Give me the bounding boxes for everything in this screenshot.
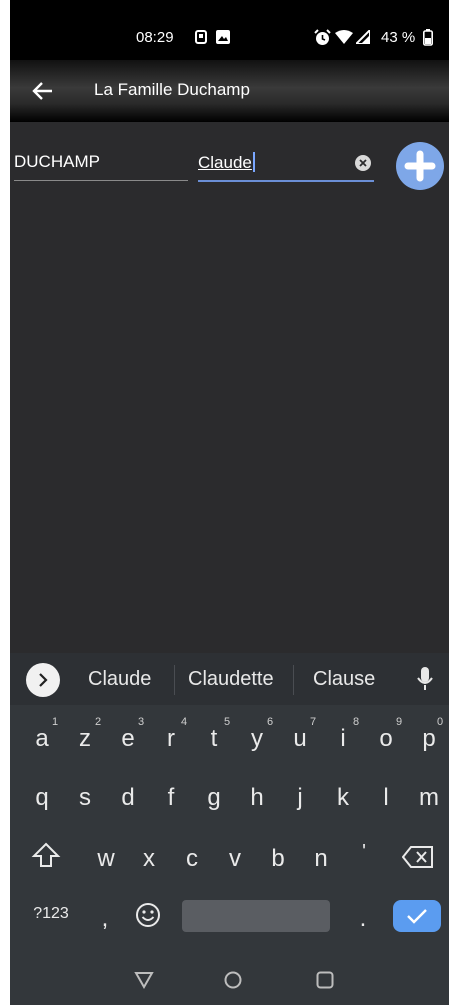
key-n[interactable]: n (301, 845, 341, 873)
key-c[interactable]: c (172, 845, 212, 873)
key-z[interactable]: z (65, 725, 105, 753)
emoji-key[interactable] (128, 901, 168, 936)
key-j[interactable]: j (280, 784, 320, 812)
chevron-right-icon (39, 673, 48, 687)
back-arrow-icon[interactable] (30, 78, 56, 104)
text-cursor (252, 152, 255, 172)
system-nav-bar (10, 957, 449, 1005)
key-u[interactable]: u (280, 725, 320, 753)
hint-0: 0 (437, 716, 444, 728)
key-q[interactable]: q (22, 784, 62, 812)
backspace-icon (401, 846, 433, 868)
key-p[interactable]: p (409, 725, 449, 753)
hint-5: 5 (224, 716, 231, 728)
key-b[interactable]: b (258, 845, 298, 873)
key-f[interactable]: f (151, 784, 191, 812)
key-h[interactable]: h (237, 784, 277, 812)
home-nav-icon[interactable] (224, 971, 242, 994)
last-name-value: DUCHAMP (14, 152, 100, 171)
period-key[interactable]: . (343, 905, 383, 933)
suggestion-1[interactable]: Claude (88, 668, 151, 691)
plus-icon (404, 150, 436, 182)
divider (293, 665, 294, 695)
first-name-field[interactable]: Claude (198, 152, 374, 182)
backspace-key[interactable] (398, 845, 438, 876)
gallery-icon (216, 30, 230, 49)
hint-4: 4 (181, 716, 188, 728)
key-t[interactable]: t (194, 725, 234, 753)
key-x[interactable]: x (129, 845, 169, 873)
key-k[interactable]: k (323, 784, 363, 812)
key-apostrophe[interactable]: ' (344, 841, 384, 864)
key-o[interactable]: o (366, 725, 406, 753)
hint-2: 2 (95, 716, 102, 728)
signal-icon (353, 27, 371, 49)
hint-3: 3 (138, 716, 145, 728)
suggestion-3[interactable]: Clause (313, 668, 375, 691)
last-name-field[interactable]: DUCHAMP (14, 152, 188, 181)
symbols-key[interactable]: ?123 (28, 905, 74, 923)
checkmark-icon (407, 909, 427, 924)
key-i[interactable]: i (323, 725, 363, 753)
battery-percent: 43 % (381, 29, 416, 46)
key-r[interactable]: r (151, 725, 191, 753)
emoji-icon (136, 903, 160, 927)
key-e[interactable]: e (108, 725, 148, 753)
hint-6: 6 (267, 716, 274, 728)
hint-7: 7 (310, 716, 317, 728)
clear-field-icon[interactable] (355, 155, 371, 171)
expand-toolbar-button[interactable] (26, 663, 60, 697)
back-nav-icon[interactable] (134, 971, 154, 994)
key-v[interactable]: v (215, 845, 255, 873)
key-g[interactable]: g (194, 784, 234, 812)
divider (174, 665, 175, 695)
key-l[interactable]: l (366, 784, 406, 812)
key-d[interactable]: d (108, 784, 148, 812)
alarm-icon (314, 29, 331, 51)
key-m[interactable]: m (409, 784, 449, 812)
key-s[interactable]: s (65, 784, 105, 812)
key-w[interactable]: w (86, 845, 126, 873)
wifi-icon (335, 30, 353, 49)
space-bar[interactable] (182, 900, 330, 932)
app-bar: La Famille Duchamp (10, 60, 449, 122)
shift-icon (31, 842, 61, 867)
microphone-icon[interactable] (416, 665, 434, 693)
hint-9: 9 (396, 716, 403, 728)
comma-key[interactable]: , (85, 905, 125, 933)
first-name-value: Claude (198, 153, 252, 172)
done-key[interactable] (393, 900, 441, 932)
recents-nav-icon[interactable] (316, 971, 334, 994)
key-a[interactable]: a (22, 725, 62, 753)
key-y[interactable]: y (237, 725, 277, 753)
page-title: La Famille Duchamp (94, 80, 250, 99)
status-bar: 08:29 43 % (10, 0, 449, 60)
notification-icon (195, 30, 207, 49)
app-screen: 08:29 43 % La Famille Duchamp DUCHAMP Cl… (10, 0, 449, 1005)
battery-icon (423, 29, 433, 51)
suggestion-2[interactable]: Claudette (188, 668, 274, 691)
soft-keyboard: Claude Claudette Clause a z e r t y u i … (10, 653, 449, 1005)
status-time: 08:29 (136, 29, 174, 46)
add-button[interactable] (396, 142, 444, 190)
suggestion-bar: Claude Claudette Clause (10, 653, 449, 705)
shift-key[interactable] (26, 841, 66, 876)
hint-1: 1 (52, 716, 59, 728)
hint-8: 8 (353, 716, 360, 728)
